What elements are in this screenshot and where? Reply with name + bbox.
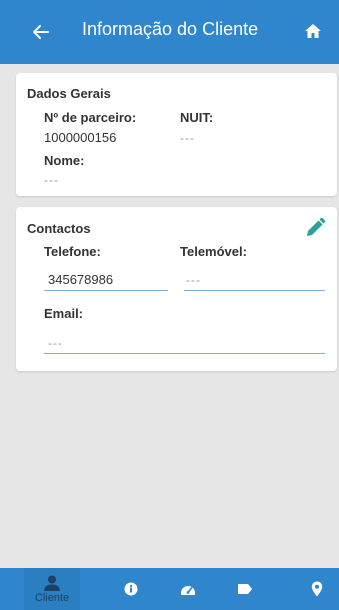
mobile-label: Telemóvel: — [180, 244, 247, 259]
name-label: Nome: — [44, 153, 85, 168]
mobile-input-underline — [184, 290, 325, 291]
email-input-underline — [44, 353, 325, 354]
nav-location[interactable] — [289, 568, 339, 610]
nav-meter[interactable] — [160, 568, 216, 610]
speedometer-icon — [181, 586, 195, 595]
back-button[interactable] — [30, 22, 52, 42]
bottom-navigation: Cliente — [0, 568, 339, 610]
nav-labels[interactable] — [217, 568, 273, 610]
home-icon — [305, 24, 321, 38]
email-label: Email: — [44, 306, 84, 321]
nuit-value: --- — [180, 131, 195, 145]
arrow-left-icon — [33, 25, 49, 39]
phone-label: Telefone: — [44, 244, 101, 259]
nav-client-label: Cliente — [34, 591, 70, 604]
contacts-card: Contactos Telefone: 345678986 Telemóvel:… — [16, 207, 337, 371]
label-tag-icon — [238, 584, 252, 594]
pencil-icon — [307, 217, 326, 236]
phone-input-underline — [44, 290, 168, 291]
nav-client[interactable]: Cliente — [24, 568, 80, 610]
nuit-label: NUIT: — [180, 110, 214, 125]
phone-input[interactable]: 345678986 — [48, 272, 113, 287]
name-value: --- — [44, 173, 59, 187]
home-button[interactable] — [302, 21, 324, 41]
page-title: Informação do Cliente — [82, 19, 259, 39]
edit-contacts-button[interactable] — [305, 217, 326, 238]
location-pin-icon — [311, 581, 323, 597]
person-icon — [44, 575, 60, 591]
section-title-general: Dados Gerais — [27, 86, 111, 101]
email-input[interactable]: --- — [48, 336, 63, 350]
general-data-card: Dados Gerais Nº de parceiro: 1000000156 … — [16, 73, 337, 196]
app-header: Informação do Cliente — [0, 0, 339, 64]
info-icon — [124, 582, 138, 596]
nav-info[interactable] — [103, 568, 159, 610]
mobile-input[interactable]: --- — [186, 273, 201, 287]
partner-number-label: Nº de parceiro: — [44, 110, 137, 125]
section-title-contacts: Contactos — [27, 221, 91, 236]
partner-number-value: 1000000156 — [44, 130, 117, 145]
